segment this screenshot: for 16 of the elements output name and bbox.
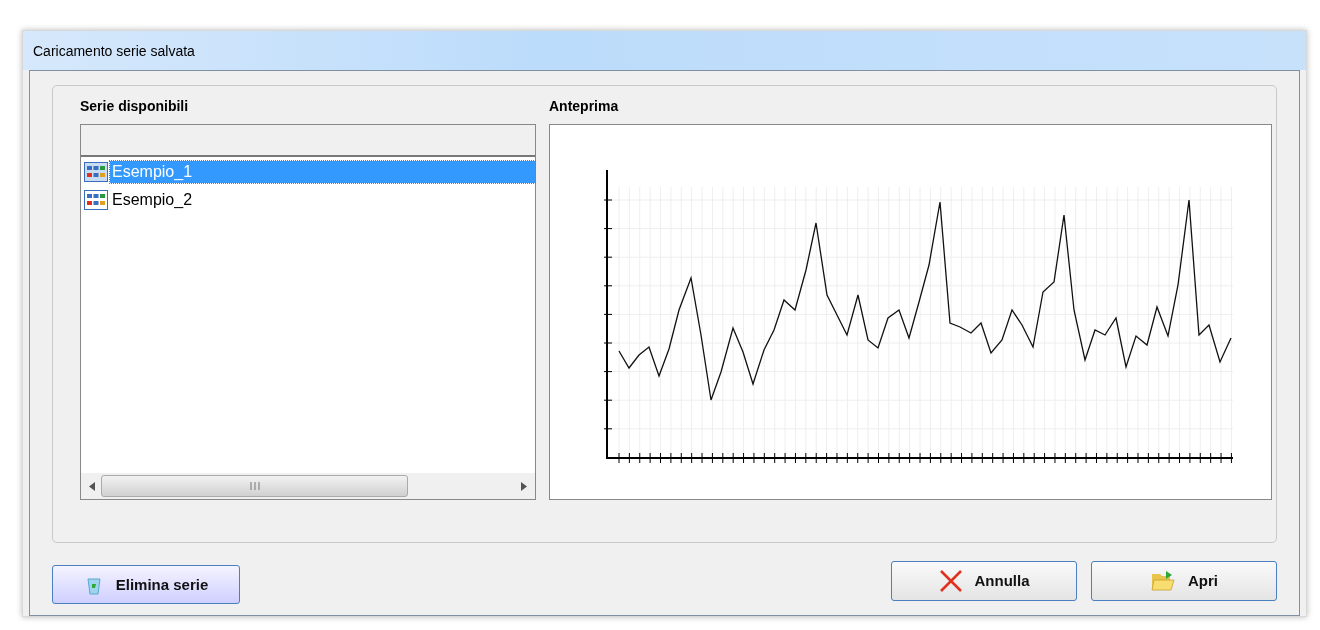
close-icon — [938, 568, 963, 593]
right-arrow-icon — [521, 481, 527, 491]
delete-series-button[interactable]: Elimina serie — [52, 565, 240, 604]
horizontal-scrollbar[interactable] — [81, 473, 535, 499]
open-button[interactable]: Apri — [1091, 560, 1277, 601]
left-arrow-icon — [89, 481, 95, 491]
cancel-button[interactable]: Annulla — [891, 560, 1077, 601]
list-heading: Serie disponibili — [80, 98, 190, 116]
folder-icon — [1150, 568, 1176, 593]
grip-icon — [249, 482, 260, 490]
grid-icon — [84, 190, 108, 210]
preview-heading: Anteprima — [549, 98, 620, 116]
list-item[interactable]: Esempio_2 — [81, 186, 535, 214]
window-title: Caricamento serie salvata — [33, 42, 195, 59]
grid-icon — [84, 162, 108, 182]
scroll-thumb[interactable] — [101, 475, 408, 497]
